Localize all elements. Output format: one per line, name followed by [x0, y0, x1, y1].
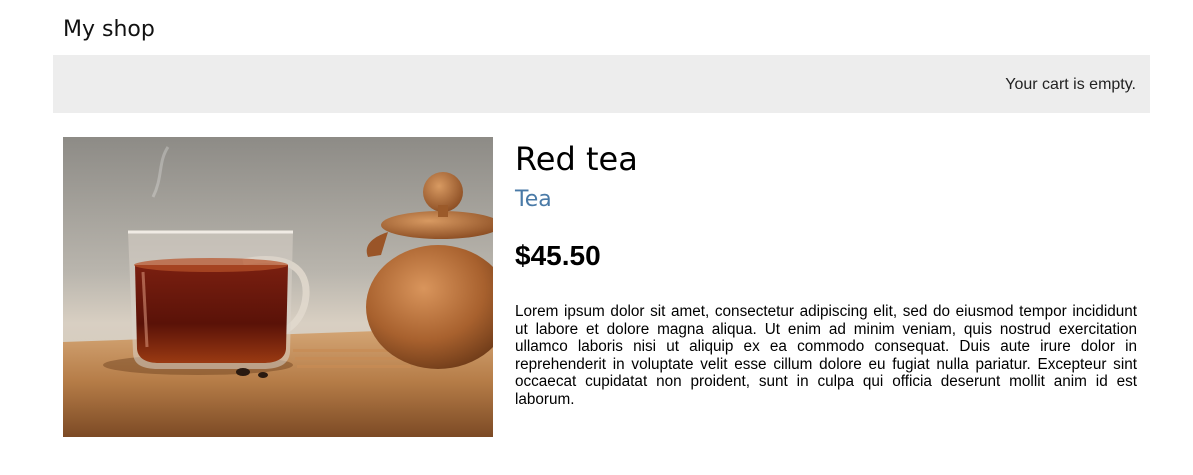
cart-summary-bar: Your cart is empty. [53, 55, 1150, 113]
product-description: Lorem ipsum dolor sit amet, consectetur … [515, 303, 1137, 408]
shop-title-link[interactable]: My shop [63, 14, 155, 46]
product-price: $45.50 [515, 240, 601, 271]
cart-status-text: Your cart is empty. [1005, 76, 1136, 93]
product-image [63, 137, 493, 437]
product-details: Red tea Tea $45.50 Lorem ipsum dolor sit… [515, 137, 1137, 423]
product-name: Red tea [515, 140, 638, 178]
product-category-link[interactable]: Tea [515, 185, 552, 215]
